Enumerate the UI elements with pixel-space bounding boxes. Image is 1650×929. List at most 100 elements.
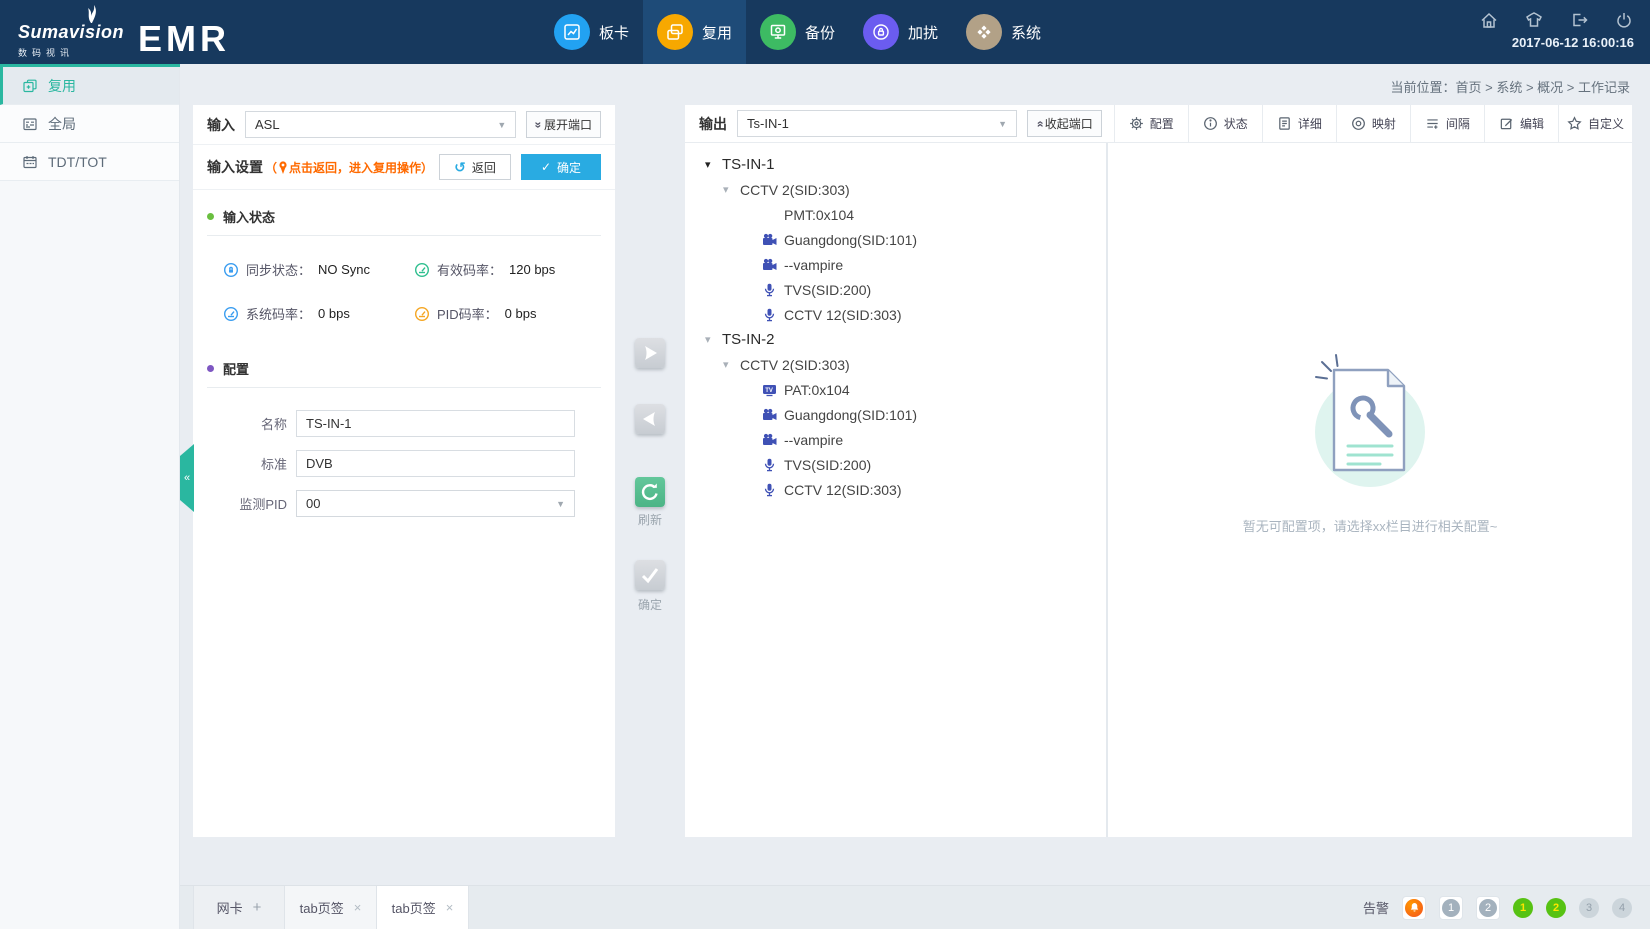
mapping-button[interactable]: 映射 [1336, 105, 1410, 142]
logout-icon[interactable] [1569, 10, 1589, 30]
detail-button[interactable]: 详细 [1262, 105, 1336, 142]
input-port-value: ASL [255, 117, 280, 132]
power-icon[interactable] [1614, 10, 1634, 30]
tab-page-1[interactable]: tab页签 × [285, 886, 377, 929]
home-icon[interactable] [1479, 10, 1499, 30]
bottom-bar: 网卡 + tab页签 × tab页签 × 告警 1 2 [180, 885, 1650, 929]
standard-field[interactable] [296, 450, 575, 477]
close-tab-icon[interactable]: × [354, 900, 362, 915]
gear-icon [1129, 116, 1144, 131]
mic-icon [762, 308, 784, 322]
tree-node[interactable]: Guangdong(SID:101) [685, 402, 1106, 427]
monitor-pid-label: 监测PID [223, 494, 287, 513]
config-title: 配置 [223, 359, 249, 378]
tree-caret-icon[interactable]: ▾ [723, 358, 740, 371]
interval-button[interactable]: 间隔 [1410, 105, 1484, 142]
status-green-1-badge[interactable]: 1 [1513, 898, 1533, 918]
alarm-level-2-badge[interactable]: 2 [1476, 896, 1500, 920]
tree-node[interactable]: ▾TS-IN-1 [685, 152, 1106, 177]
tree-node[interactable]: ▾CCTV 2(SID:303) [685, 177, 1106, 202]
nav-tab-multiplex[interactable]: 复用 [643, 0, 746, 64]
back-button[interactable]: ↺ 返回 [439, 154, 511, 180]
status-4-badge[interactable]: 4 [1612, 898, 1632, 918]
status-3-badge[interactable]: 3 [1579, 898, 1599, 918]
tree-node[interactable]: CCTV 12(SID:303) [685, 477, 1106, 502]
sidebar-item-tdt-tot[interactable]: TDT/TOT [0, 143, 179, 181]
tree-node[interactable]: TVS(SID:200) [685, 452, 1106, 477]
monitor-pid-select[interactable]: 00 ▼ [296, 490, 575, 517]
chevron-down-icon: ▼ [556, 499, 565, 509]
tree-node[interactable]: PMT:0x104 [685, 202, 1106, 227]
tree-node[interactable]: TVPAT:0x104 [685, 377, 1106, 402]
edit-button[interactable]: 编辑 [1484, 105, 1558, 142]
status-button[interactable]: 状态 [1188, 105, 1262, 142]
double-chevron-up-icon: » [1032, 120, 1046, 127]
empty-document-wrench-illustration [1270, 336, 1470, 506]
configure-button[interactable]: 配置 [1114, 105, 1188, 142]
refresh-button[interactable] [635, 477, 665, 507]
alarm-label: 告警 [1363, 898, 1389, 917]
alarm-bell-badge[interactable] [1402, 896, 1426, 920]
tab-page-2[interactable]: tab页签 × [377, 886, 469, 929]
brand-logo: Sumavision 数码视讯 EMR [18, 6, 230, 59]
nav-tab-system[interactable]: 系统 [952, 0, 1055, 64]
gauge-icon [414, 306, 430, 322]
nav-tab-boards[interactable]: 板卡 [540, 0, 643, 64]
tree-node[interactable]: --vampire [685, 427, 1106, 452]
output-label: 输出 [699, 114, 727, 134]
tree-node-label: CCTV 12(SID:303) [784, 307, 901, 323]
datetime: 2017-06-12 16:00:16 [1479, 35, 1634, 50]
gauge-icon [223, 306, 239, 322]
move-left-button[interactable] [635, 404, 665, 434]
board-card-icon [554, 14, 590, 50]
tree-caret-icon[interactable]: ▾ [705, 158, 722, 171]
output-port-select[interactable]: Ts-IN-1 ▼ [737, 110, 1017, 137]
close-tab-icon[interactable]: × [446, 900, 454, 915]
target-icon [1351, 116, 1366, 131]
apply-button[interactable] [635, 560, 665, 590]
nav-tab-backup[interactable]: 备份 [746, 0, 849, 64]
config-fields: 名称 标准 监测PID 00 ▼ [193, 388, 615, 517]
tree-node[interactable]: Guangdong(SID:101) [685, 227, 1106, 252]
sidebar-item-multiplex[interactable]: 复用 [0, 67, 179, 105]
tree-caret-icon[interactable]: ▾ [723, 183, 740, 196]
move-right-button[interactable] [635, 338, 665, 368]
tree-node[interactable]: ▾CCTV 2(SID:303) [685, 352, 1106, 377]
tree-node[interactable]: CCTV 12(SID:303) [685, 302, 1106, 327]
confirm-button[interactable]: ✓ 确定 [521, 154, 601, 180]
refresh-label: 刷新 [625, 511, 675, 528]
multiplex-icon [657, 14, 693, 50]
alarm-level-1-badge[interactable]: 1 [1439, 896, 1463, 920]
name-field-label: 名称 [223, 414, 287, 433]
add-tab-icon[interactable]: + [253, 899, 262, 916]
tv-icon: TV [762, 383, 784, 397]
gauge-icon [414, 262, 430, 278]
theme-shirt-icon[interactable] [1524, 10, 1544, 30]
collapse-ports-button[interactable]: » 收起端口 [1027, 110, 1102, 137]
status-green-2-badge[interactable]: 2 [1546, 898, 1566, 918]
tab-network-card[interactable]: 网卡 + [193, 886, 285, 929]
alarm-bell-icon [1405, 899, 1423, 917]
nav-tab-scramble[interactable]: 加扰 [849, 0, 952, 64]
panel-collapse-handle[interactable]: « [180, 444, 194, 512]
tree-caret-icon[interactable]: ▾ [705, 333, 722, 346]
name-field[interactable] [296, 410, 575, 437]
refresh-icon [635, 477, 665, 507]
edit-pencil-icon [1499, 116, 1514, 131]
mic-icon [762, 458, 784, 472]
input-port-select[interactable]: ASL ▼ [245, 111, 516, 138]
output-tree: ▾TS-IN-1▾CCTV 2(SID:303)PMT:0x104Guangdo… [685, 143, 1108, 837]
emr-app: Sumavision 数码视讯 EMR 板卡 复用 [0, 0, 1650, 929]
customize-button[interactable]: 自定义 [1558, 105, 1632, 142]
expand-ports-button[interactable]: » 展开端口 [526, 111, 601, 138]
tree-node[interactable]: --vampire [685, 252, 1106, 277]
tree-node[interactable]: TVS(SID:200) [685, 277, 1106, 302]
tree-node[interactable]: ▾TS-IN-2 [685, 327, 1106, 352]
arrow-right-icon [635, 338, 665, 368]
tree-node-label: CCTV 2(SID:303) [740, 182, 850, 198]
copy-icon [22, 78, 38, 94]
output-port-value: Ts-IN-1 [747, 116, 789, 131]
sidebar-item-label: 全局 [48, 114, 76, 134]
sidebar-item-global[interactable]: 全局 [0, 105, 179, 143]
undo-arrow-icon: ↺ [454, 159, 466, 176]
